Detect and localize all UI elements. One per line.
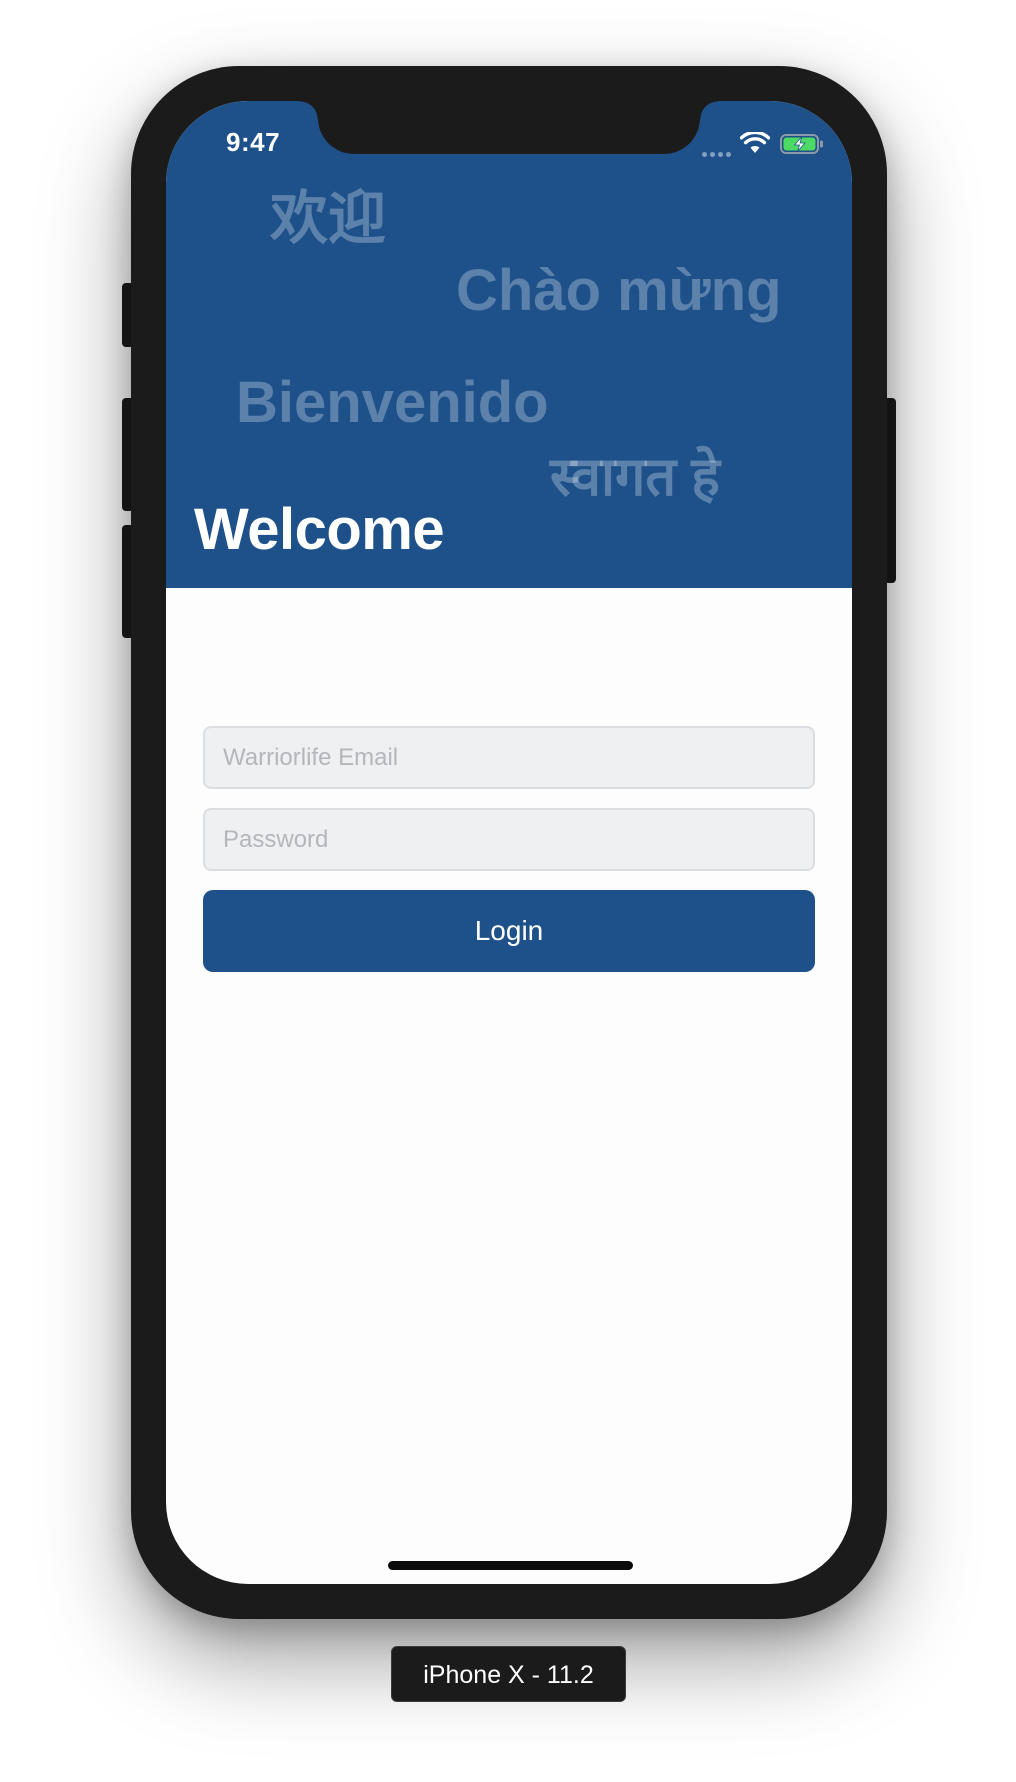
battery-charging-icon xyxy=(780,134,823,154)
greeting-hindi: स्वागत हे xyxy=(550,447,720,507)
greeting-chinese: 欢迎 xyxy=(270,186,387,251)
phone-screen: 欢迎 Chào mừng Bienvenido स्वागत हे Welcom… xyxy=(166,101,852,1584)
email-field[interactable] xyxy=(203,726,815,789)
simulator-stage: 欢迎 Chào mừng Bienvenido स्वागत हे Welcom… xyxy=(0,0,1016,1782)
page-title: Welcome xyxy=(194,497,445,562)
greeting-vietnamese: Chào mừng xyxy=(456,258,782,323)
password-field[interactable] xyxy=(203,808,815,871)
welcome-header: 欢迎 Chào mừng Bienvenido स्वागत हे Welcom… xyxy=(166,101,852,588)
greeting-spanish: Bienvenido xyxy=(236,370,549,435)
login-button[interactable]: Login xyxy=(203,890,815,972)
wifi-icon xyxy=(740,132,770,153)
iphone-frame: 欢迎 Chào mừng Bienvenido स्वागत हे Welcom… xyxy=(131,66,887,1619)
status-time: 9:47 xyxy=(226,127,281,157)
home-indicator[interactable] xyxy=(388,1561,633,1570)
device-label: iPhone X - 11.2 xyxy=(391,1646,626,1702)
notch xyxy=(300,101,718,154)
